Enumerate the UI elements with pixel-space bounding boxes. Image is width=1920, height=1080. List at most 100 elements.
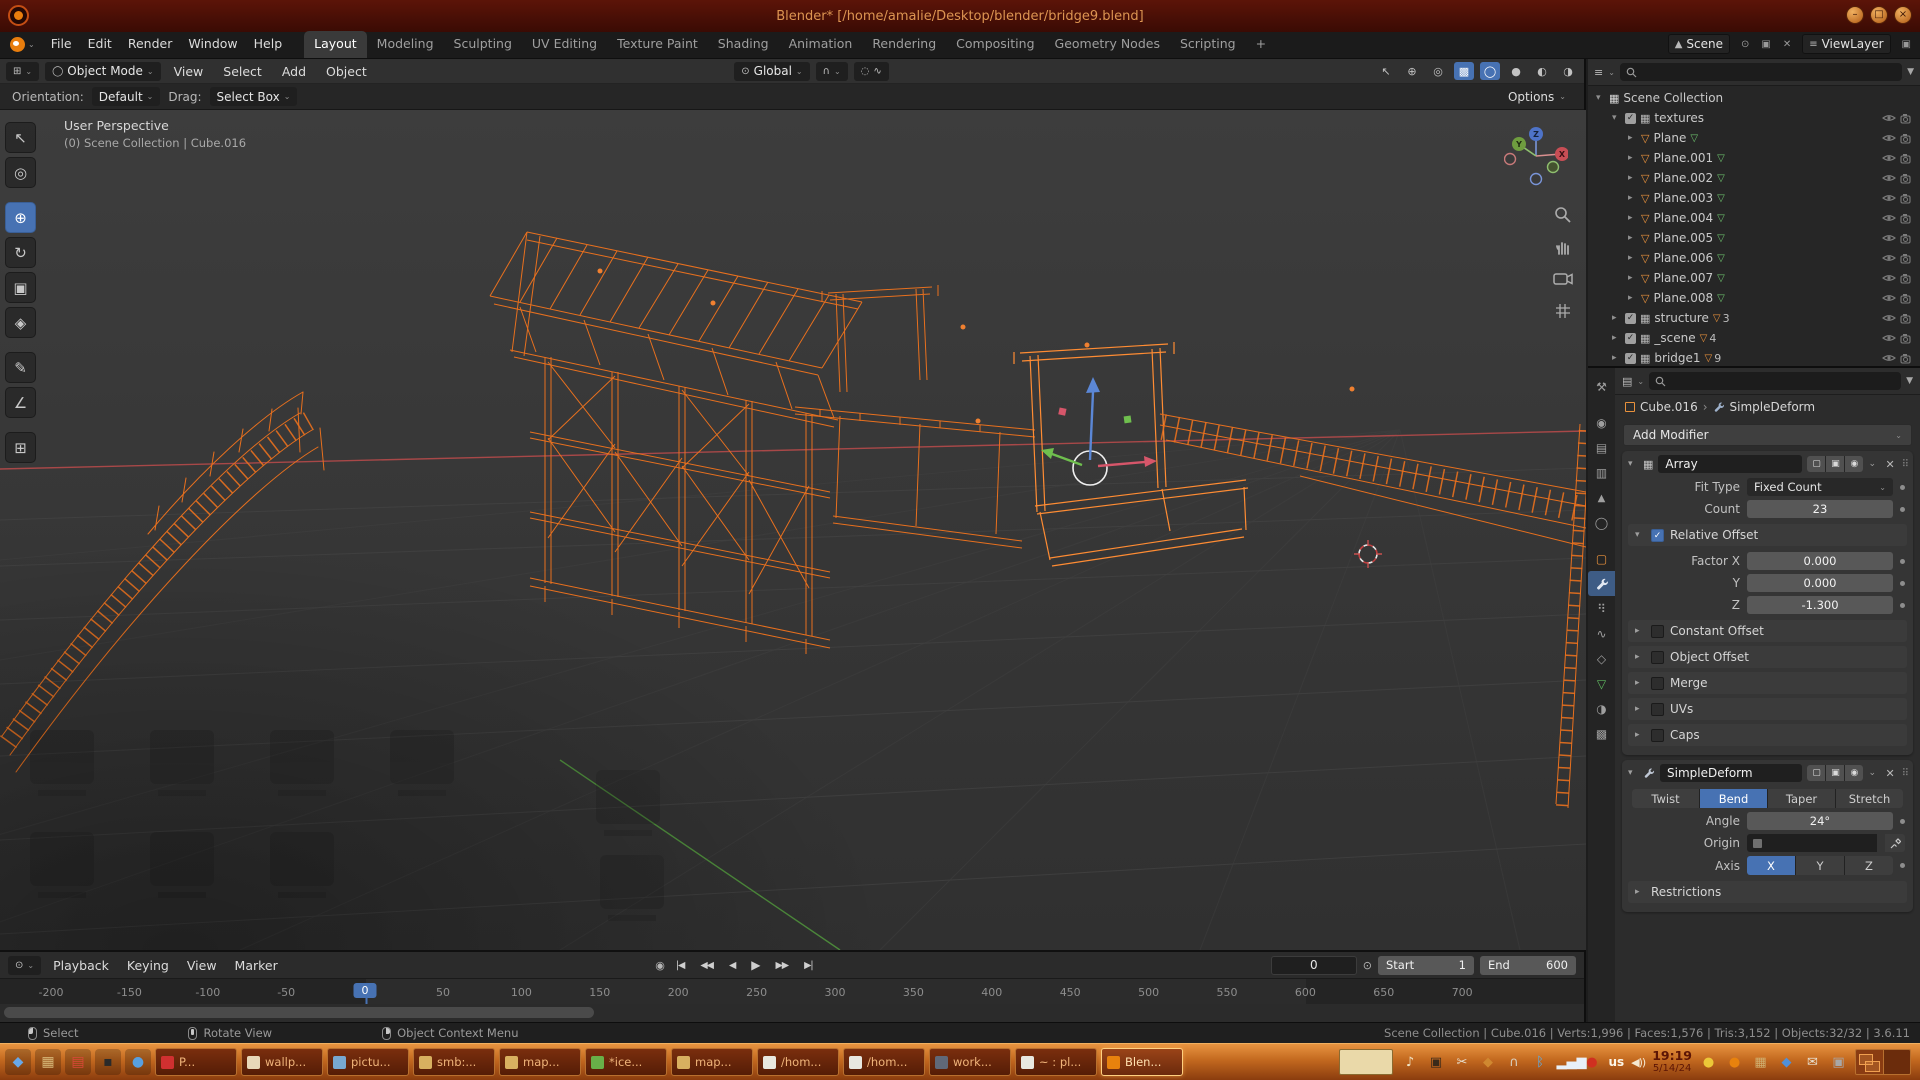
- hide-viewport-eye-icon[interactable]: [1882, 333, 1896, 343]
- timeline-menu[interactable]: Playback: [47, 958, 115, 973]
- workspace-tab[interactable]: +: [1246, 31, 1276, 58]
- hide-viewport-eye-icon[interactable]: [1882, 233, 1896, 243]
- scene-selector[interactable]: ▲ Scene: [1668, 34, 1730, 54]
- scene-action-icon[interactable]: ▣: [1760, 39, 1771, 50]
- deform-mode-tab[interactable]: Twist: [1632, 789, 1699, 808]
- properties-tab[interactable]: [1588, 410, 1615, 435]
- scene-action-icon[interactable]: ✕: [1782, 39, 1792, 50]
- breadcrumb-modifier[interactable]: SimpleDeform: [1730, 400, 1816, 414]
- transport-button[interactable]: ▶|: [799, 958, 818, 973]
- animate-dot[interactable]: [1900, 581, 1905, 586]
- disable-render-camera-icon[interactable]: [1900, 173, 1914, 184]
- taskbar-window-button[interactable]: *ice...: [585, 1048, 667, 1076]
- workspace-pager[interactable]: [1855, 1049, 1911, 1075]
- viewport-menu[interactable]: Object: [319, 64, 374, 79]
- move-gizmo[interactable]: [1041, 377, 1157, 485]
- outliner-row[interactable]: Plane.007 ▽: [1588, 268, 1920, 288]
- hide-viewport-eye-icon[interactable]: [1882, 273, 1896, 283]
- properties-tab[interactable]: [1588, 546, 1615, 571]
- outliner-row[interactable]: Plane.005 ▽: [1588, 228, 1920, 248]
- navigation-gizmo[interactable]: Z Y X: [1504, 124, 1568, 191]
- proportional-editing-button[interactable]: ◌ ∿: [854, 62, 889, 81]
- editor-type-button[interactable]: ⊞ ⌄: [6, 62, 39, 81]
- tool-button[interactable]: ↻: [5, 237, 36, 268]
- modifier-subpanel-header[interactable]: ▸ UVs: [1628, 698, 1907, 720]
- properties-tab[interactable]: [1588, 374, 1615, 399]
- viewport-header-toggle[interactable]: ◎: [1428, 62, 1448, 80]
- disable-render-camera-icon[interactable]: [1900, 353, 1914, 364]
- frame-start-field[interactable]: Start 1: [1378, 956, 1474, 975]
- scene-action-icon[interactable]: ⊙: [1740, 39, 1750, 50]
- launcher-icon[interactable]: ●: [125, 1049, 151, 1075]
- launcher-icon[interactable]: ▦: [35, 1049, 61, 1075]
- deform-mode-tab[interactable]: Bend: [1700, 789, 1767, 808]
- workspace-tab[interactable]: Modeling: [367, 31, 444, 58]
- animate-dot[interactable]: [1900, 507, 1905, 512]
- expander-arrow-icon[interactable]: [1628, 173, 1637, 183]
- viewport-header-toggle[interactable]: ⊕: [1402, 62, 1422, 80]
- hide-viewport-eye-icon[interactable]: [1882, 293, 1896, 303]
- fit-type-dropdown[interactable]: Fixed Count ⌄: [1747, 478, 1893, 496]
- use-preview-range-icon[interactable]: ⊙: [1363, 959, 1372, 972]
- disable-render-camera-icon[interactable]: [1900, 253, 1914, 264]
- expander-arrow-icon[interactable]: ▸: [1635, 652, 1645, 662]
- modifier-extras-icon[interactable]: ⌄: [1868, 459, 1878, 469]
- launcher-icon[interactable]: ▤: [65, 1049, 91, 1075]
- hide-viewport-eye-icon[interactable]: [1882, 173, 1896, 183]
- timeline-menu[interactable]: Keying: [121, 958, 175, 973]
- disable-render-camera-icon[interactable]: [1900, 113, 1914, 124]
- modifier-toggle-icon[interactable]: ◉: [1845, 765, 1863, 781]
- expander-arrow-icon[interactable]: ▸: [1635, 704, 1645, 714]
- mode-dropdown[interactable]: ◯ Object Mode ⌄: [45, 62, 161, 81]
- tray-icon[interactable]: ▣: [1426, 1055, 1445, 1070]
- origin-object-field[interactable]: [1747, 834, 1877, 852]
- collection-checkbox[interactable]: [1625, 313, 1636, 324]
- disable-render-camera-icon[interactable]: [1900, 333, 1914, 344]
- tool-button[interactable]: ⊞: [5, 432, 36, 463]
- tool-button[interactable]: ◈: [5, 307, 36, 338]
- filter-icon[interactable]: ▼: [1907, 67, 1914, 77]
- hide-viewport-eye-icon[interactable]: [1882, 193, 1896, 203]
- pager-workspace[interactable]: [1883, 1050, 1911, 1074]
- hide-viewport-eye-icon[interactable]: [1882, 253, 1896, 263]
- simpledeform-modifier-header[interactable]: ▾ SimpleDeform ▢▣◉ ⌄ ✕ ⠿: [1622, 760, 1913, 785]
- expand-icon[interactable]: ▾: [1635, 530, 1645, 540]
- hide-viewport-eye-icon[interactable]: [1882, 213, 1896, 223]
- tool-button[interactable]: ∠: [5, 387, 36, 418]
- expander-arrow-icon[interactable]: ▸: [1635, 626, 1645, 636]
- expander-arrow-icon[interactable]: [1628, 273, 1637, 283]
- properties-tab[interactable]: [1588, 460, 1615, 485]
- workspace-tab[interactable]: Layout: [304, 31, 367, 58]
- disable-render-camera-icon[interactable]: [1900, 133, 1914, 144]
- tray-icon[interactable]: ▦: [1751, 1055, 1770, 1070]
- outliner-row[interactable]: textures ▽: [1588, 108, 1920, 128]
- angle-field[interactable]: 24°: [1747, 812, 1893, 830]
- tray-icon[interactable]: ▂▄▆: [1556, 1055, 1575, 1070]
- clock[interactable]: 19:19 5/14/24: [1652, 1049, 1692, 1075]
- launcher-icon[interactable]: ▪: [95, 1049, 121, 1075]
- factor-field[interactable]: 0.000: [1747, 574, 1893, 592]
- workspace-tab[interactable]: Scripting: [1170, 31, 1246, 58]
- expander-arrow-icon[interactable]: [1628, 193, 1637, 203]
- eyedropper-icon[interactable]: [1885, 834, 1905, 852]
- viewport-header-toggle[interactable]: ◐: [1532, 62, 1552, 80]
- modifier-subpanel-header[interactable]: ▸ Caps: [1628, 724, 1907, 746]
- pan-hand-button[interactable]: [1550, 234, 1576, 260]
- workspace-tab[interactable]: Compositing: [946, 31, 1044, 58]
- properties-search-input[interactable]: [1649, 372, 1901, 390]
- tray-icon[interactable]: ●: [1725, 1055, 1744, 1070]
- add-modifier-button[interactable]: Add Modifier ⌄: [1623, 424, 1912, 446]
- viewport-menu[interactable]: View: [167, 64, 211, 79]
- properties-tab[interactable]: [1588, 696, 1615, 721]
- disable-render-camera-icon[interactable]: [1900, 193, 1914, 204]
- tray-icon[interactable]: ◆: [1777, 1055, 1796, 1070]
- expander-arrow-icon[interactable]: [1628, 253, 1637, 263]
- keyboard-layout-indicator[interactable]: us: [1608, 1055, 1624, 1069]
- workspace-tab[interactable]: Sculpting: [444, 31, 522, 58]
- disable-render-camera-icon[interactable]: [1900, 273, 1914, 284]
- properties-tab[interactable]: [1588, 510, 1615, 535]
- viewlayer-selector[interactable]: ≡ ViewLayer: [1802, 34, 1890, 54]
- volume-icon[interactable]: ◀)): [1631, 1056, 1645, 1069]
- timeline-editor-type-button[interactable]: ⊙ ⌄: [8, 956, 41, 975]
- subpanel-checkbox[interactable]: [1651, 651, 1664, 664]
